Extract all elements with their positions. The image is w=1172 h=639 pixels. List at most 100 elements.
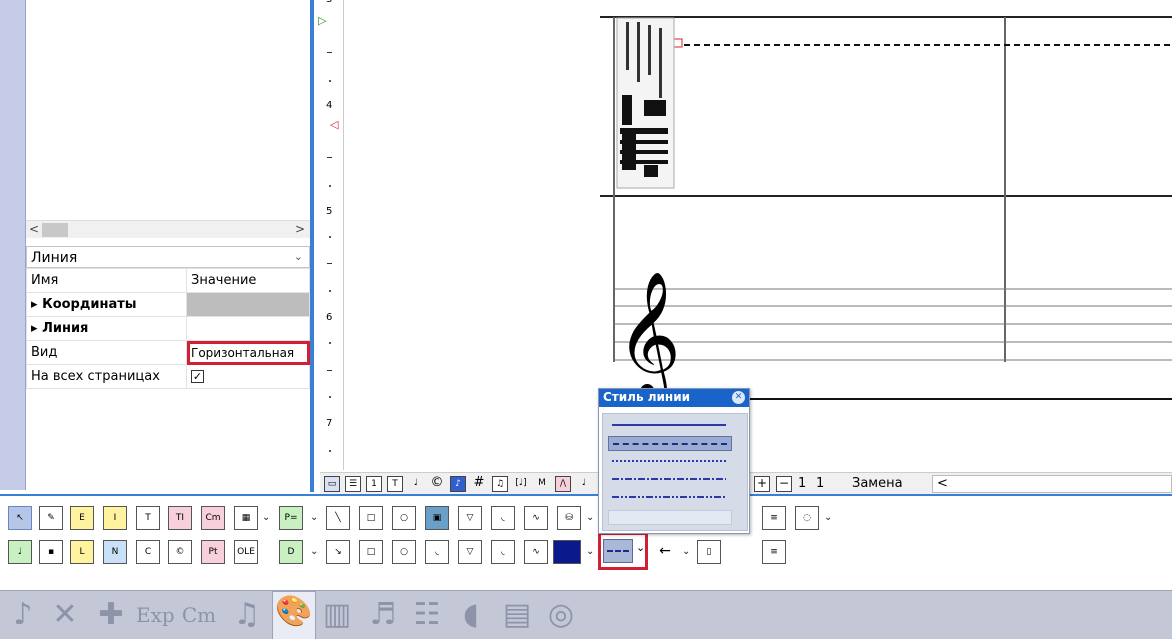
page-tool-button[interactable]: ▯ (697, 540, 721, 564)
export-mode-icon[interactable]: Exp (136, 595, 175, 635)
polygon-tool-button-2[interactable]: ▽ (458, 540, 482, 564)
object-type-select[interactable]: Линия ⌄ (26, 246, 310, 268)
ellipse-tool-button[interactable]: ○ (392, 506, 416, 530)
toolbar-icon-9[interactable]: ♫ (492, 476, 508, 492)
pt-tool-button[interactable]: Pt (201, 540, 225, 564)
toolbar-icon-10[interactable]: [♩] (513, 476, 529, 492)
align-tool-button[interactable]: ≡ (762, 506, 786, 530)
mixer-mode-icon[interactable]: ☷ (408, 595, 446, 635)
toolbar-icon-11[interactable]: M (534, 476, 550, 492)
tools-mode-icon[interactable]: ✕ (46, 595, 84, 635)
cm-tool-button[interactable]: Cm (201, 506, 225, 530)
ole-tool-button[interactable]: OLE (234, 540, 258, 564)
toolbar-icon-5[interactable]: ♩ (408, 476, 424, 492)
n-tool-button[interactable]: N (103, 540, 127, 564)
line-style-dash-dot[interactable] (608, 472, 732, 487)
chevron-down-icon[interactable]: ⌄ (636, 541, 645, 554)
property-row-all-pages[interactable]: На всех страницах ✓ (26, 364, 310, 389)
toolbar-icon-7[interactable]: ♪ (450, 476, 466, 492)
dotted-circle-button[interactable]: ◌ (795, 506, 819, 530)
i-tool-button[interactable]: I (103, 506, 127, 530)
line-style-dotted[interactable] (608, 454, 732, 469)
scroll-left-icon[interactable]: < (937, 476, 948, 491)
polygon-tool-button[interactable]: ▽ (458, 506, 482, 530)
select-tool-button[interactable]: ↖ (8, 506, 32, 530)
image-small-button[interactable]: ▪ (39, 540, 63, 564)
d-tool-button[interactable]: D (279, 540, 303, 564)
scanned-music-image[interactable] (616, 17, 675, 189)
zoom-plus-button[interactable]: + (754, 476, 770, 492)
chevron-down-icon[interactable]: ⌄ (586, 546, 594, 557)
toolbar-icon-6[interactable]: © (429, 476, 445, 492)
chevron-down-icon[interactable]: ⌄ (262, 512, 270, 523)
ellipse-tool-button-2[interactable]: ○ (392, 540, 416, 564)
chart-mode-icon[interactable]: ▤ (498, 595, 536, 635)
toolbar-icon-12[interactable]: /\ (555, 476, 571, 492)
wave-tool-button-2[interactable]: ∿ (524, 540, 548, 564)
toolbar-icon-8[interactable]: # (471, 476, 487, 492)
group-coordinates[interactable]: ▸ Координаты (26, 292, 187, 317)
zoom-minus-button[interactable]: − (776, 476, 792, 492)
chevron-down-icon[interactable]: ⌄ (310, 546, 318, 557)
c-tool-button[interactable]: C (136, 540, 160, 564)
scroll-left-icon[interactable]: < (29, 222, 39, 236)
toolbar-icon-3[interactable]: 1 (366, 476, 382, 492)
p-tool-button[interactable]: P= (279, 506, 303, 530)
copyright-tool-button[interactable]: © (168, 540, 192, 564)
curve-tool-button[interactable]: ◟ (491, 506, 515, 530)
line-style-solid[interactable] (608, 418, 732, 433)
property-row-line[interactable]: ▸ Линия (26, 316, 310, 341)
arc-tool-button[interactable]: ◟ (425, 540, 449, 564)
chevron-down-icon[interactable]: ⌄ (824, 512, 832, 523)
expand-icon[interactable]: ▸ (31, 297, 42, 312)
notes-mode-icon[interactable]: ♫ (228, 595, 266, 635)
line-style-dashed[interactable] (608, 436, 732, 451)
horizontal-scrollbar[interactable]: < > (26, 220, 310, 238)
score-canvas[interactable]: 𝄞 (344, 0, 1172, 470)
rect-tool-button[interactable]: □ (359, 506, 383, 530)
settings-mode-icon[interactable]: ◎ (542, 595, 580, 635)
line-color-button[interactable] (553, 540, 581, 564)
e-tool-button[interactable]: E (70, 506, 94, 530)
line-style-empty[interactable] (608, 510, 732, 525)
cm-mode-icon[interactable]: Cm (180, 595, 218, 635)
add-mode-icon[interactable]: ✚ (92, 595, 130, 635)
expand-icon[interactable]: ▸ (31, 321, 42, 336)
arrow-line-tool-button[interactable]: ↘ (326, 540, 350, 564)
speaker-mode-icon[interactable]: ◖ (452, 595, 490, 635)
rect-tool-button-2[interactable]: □ (359, 540, 383, 564)
palette-mode-icon[interactable]: 🎨 (272, 591, 316, 639)
piano-mode-icon[interactable]: ▥ (318, 595, 356, 635)
property-row-view[interactable]: Вид Горизонтальная (26, 340, 310, 365)
guitar-mode-icon[interactable]: ♬ (364, 595, 402, 635)
chevron-down-icon[interactable]: ⌄ (586, 512, 594, 523)
toolbar-icon-13[interactable]: ♩ (576, 476, 592, 492)
group-line[interactable]: ▸ Линия (26, 316, 187, 341)
toolbar-icon-2[interactable]: ☰ (345, 476, 361, 492)
scroll-thumb[interactable] (42, 223, 68, 237)
line-style-popup[interactable]: Стиль линии ✕ (598, 388, 750, 534)
line-style-button[interactable]: ⌄ (598, 532, 648, 570)
toolbar-icon-1[interactable]: ▭ (324, 476, 340, 492)
value-all-pages[interactable]: ✓ (186, 364, 310, 389)
note-mode-icon[interactable]: ♪ (4, 595, 42, 635)
property-row-coordinates[interactable]: ▸ Координаты (26, 292, 310, 317)
fill-tool-button[interactable]: ⛁ (557, 506, 581, 530)
value-view[interactable]: Горизонтальная (186, 340, 310, 365)
text-tool-button[interactable]: T (136, 506, 160, 530)
note-tool-button[interactable]: ♩ (8, 540, 32, 564)
chevron-down-icon[interactable]: ⌄ (682, 546, 690, 557)
line-tool-button[interactable]: ╲ (326, 506, 350, 530)
grid-tool-button[interactable]: ▦ (234, 506, 258, 530)
l-tool-button[interactable]: L (70, 540, 94, 564)
chevron-down-icon[interactable]: ⌄ (310, 512, 318, 523)
line-style-dash-dot-dot[interactable] (608, 490, 732, 505)
ti-tool-button[interactable]: TI (168, 506, 192, 530)
curve-tool-button-2[interactable]: ◟ (491, 540, 515, 564)
all-pages-checkbox[interactable]: ✓ (191, 370, 204, 383)
status-scrollbar[interactable]: < (932, 475, 1172, 493)
close-icon[interactable]: ✕ (732, 391, 745, 404)
align-tool-button-2[interactable]: ≡ (762, 540, 786, 564)
toolbar-icon-4[interactable]: T (387, 476, 403, 492)
scroll-right-icon[interactable]: > (295, 222, 305, 236)
